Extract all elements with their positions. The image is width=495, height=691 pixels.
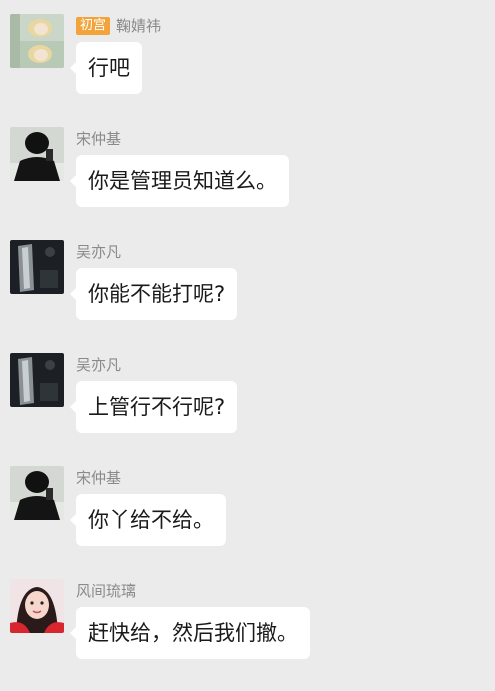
message-bubble[interactable]: 上管行不行呢? <box>69 381 238 433</box>
message-bubble[interactable]: 行吧 <box>70 42 142 94</box>
chat-message: 宋仲基 你是管理员知道么。 <box>0 127 495 239</box>
sender-name[interactable]: 宋仲基 <box>76 129 121 149</box>
avatar-dark-figure-icon[interactable] <box>10 466 64 520</box>
message-bubble[interactable]: 你丫给不给。 <box>70 494 226 546</box>
chat-message: 宋仲基 你丫给不给。 <box>0 466 495 578</box>
message-bubble[interactable]: 你是管理员知道么。 <box>70 155 289 207</box>
sender-name[interactable]: 宋仲基 <box>76 468 121 488</box>
sender-row: 宋仲基 <box>76 468 121 488</box>
avatar-girl-red-icon[interactable] <box>10 579 64 633</box>
chat-message: 风间琉璃 赶快给，然后我们撤。 <box>0 579 495 691</box>
sender-row: 初宫 鞠婧祎 <box>76 16 161 36</box>
sender-name[interactable]: 风间琉璃 <box>76 581 136 601</box>
sender-name[interactable]: 吴亦凡 <box>76 242 121 262</box>
sender-row: 宋仲基 <box>76 129 121 149</box>
avatar-dark-figure-icon[interactable] <box>10 127 64 181</box>
sender-row: 吴亦凡 <box>76 355 121 375</box>
sender-row: 风间琉璃 <box>76 581 136 601</box>
avatar-dark-photo-icon[interactable] <box>10 240 64 294</box>
chat-message: 初宫 鞠婧祎 行吧 <box>0 14 495 126</box>
message-bubble[interactable]: 你能不能打呢? <box>69 268 238 320</box>
sender-name[interactable]: 吴亦凡 <box>76 355 121 375</box>
avatar-dark-photo-icon[interactable] <box>10 353 64 407</box>
sender-name[interactable]: 鞠婧祎 <box>116 16 161 36</box>
chat-message: 吴亦凡 上管行不行呢? <box>0 353 495 465</box>
member-title-badge: 初宫 <box>76 17 111 35</box>
chat-message: 吴亦凡 你能不能打呢? <box>0 240 495 352</box>
avatar-blonde-portrait-icon[interactable] <box>10 14 64 68</box>
message-bubble[interactable]: 赶快给，然后我们撤。 <box>70 607 310 659</box>
sender-row: 吴亦凡 <box>76 242 121 262</box>
